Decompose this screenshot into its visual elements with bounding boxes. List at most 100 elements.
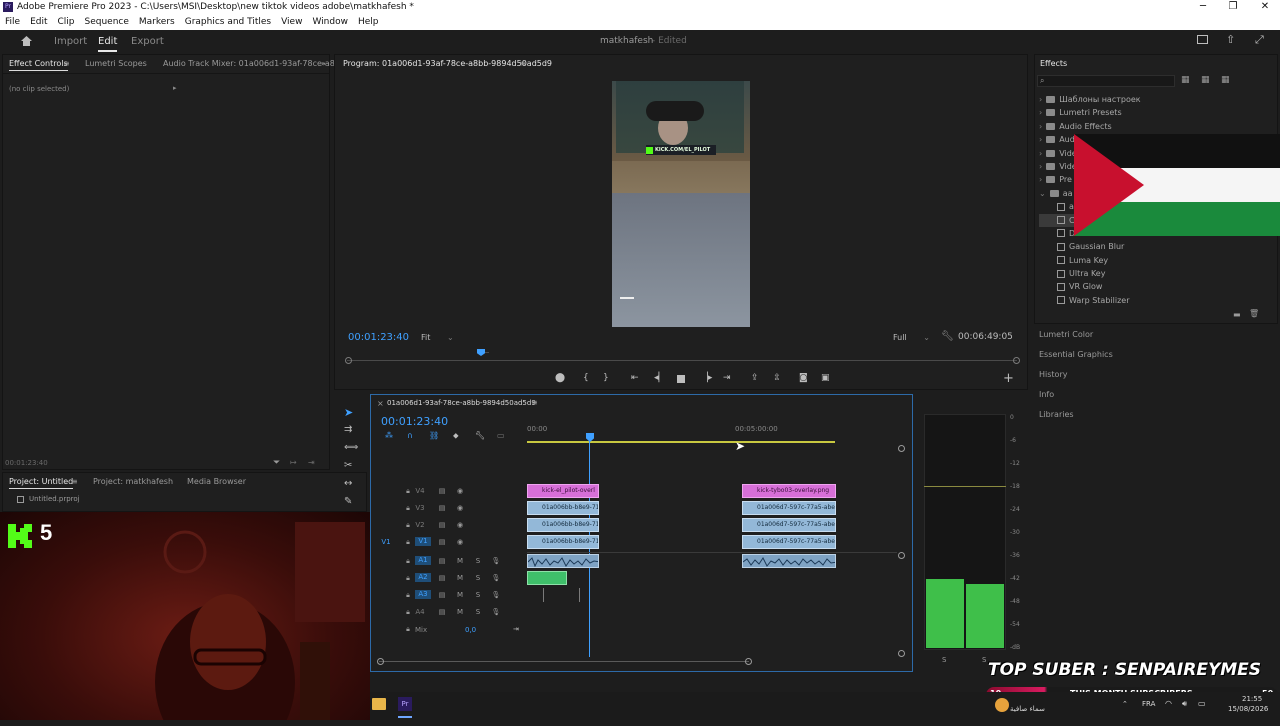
marker-icon[interactable]: ⬤ (555, 373, 565, 383)
lock-icon[interactable]: 🔒︎ (403, 574, 413, 583)
v-scroll-handle-bottom[interactable] (898, 650, 905, 657)
close-icon[interactable]: ✕ (1250, 0, 1280, 14)
lock-icon[interactable]: 🔒︎ (403, 521, 413, 530)
mark-in-icon[interactable]: { (583, 373, 589, 383)
quality-select[interactable]: Full ⌄ (893, 333, 930, 342)
lock-icon[interactable]: 🔒︎ (403, 625, 413, 634)
tab-project-matkhafesh[interactable]: Project: matkhafesh (93, 473, 173, 491)
work-area-bar[interactable] (527, 441, 835, 443)
sync-lock-icon[interactable]: ▤ (437, 538, 447, 547)
solo-button[interactable]: S (473, 574, 483, 583)
extract-icon[interactable]: ⇫ (773, 373, 781, 383)
panel-menu-icon[interactable]: ≡ (63, 55, 70, 73)
panel-history[interactable]: History (1039, 370, 1067, 379)
effects-title[interactable]: Effects (1040, 59, 1067, 68)
panel-lumetri-color[interactable]: Lumetri Color (1039, 330, 1093, 339)
lock-icon[interactable]: 🔒︎ (403, 608, 413, 617)
eye-icon[interactable]: ◉ (455, 487, 465, 496)
captions-icon[interactable]: ▭ (497, 431, 505, 440)
menu-sequence[interactable]: Sequence (80, 14, 134, 30)
go-to-out-icon[interactable]: ⇥ (723, 373, 731, 383)
trash-icon[interactable]: 🗑︎ (1249, 309, 1259, 318)
mix-volume[interactable]: 0,0 (465, 626, 476, 634)
menu-help[interactable]: Help (353, 14, 384, 30)
menu-graphics-titles[interactable]: Graphics and Titles (180, 14, 276, 30)
microphone-icon[interactable]: 🎙︎ (491, 608, 501, 617)
microphone-icon[interactable]: 🎙︎ (491, 557, 501, 566)
close-sequence-icon[interactable]: × (377, 399, 384, 408)
track-label-a4[interactable]: A4 (415, 608, 425, 617)
clock-date[interactable]: 15/08/2026 (1228, 705, 1268, 713)
v-scroll-handle-top[interactable] (898, 445, 905, 452)
sync-lock-icon[interactable]: ▤ (437, 487, 447, 496)
video-frame[interactable]: KICK.COM/EL_PILOT (612, 81, 750, 327)
minimize-icon[interactable]: ─ (1188, 0, 1218, 14)
volume-icon[interactable]: 🔊︎ (1182, 699, 1187, 709)
eye-icon[interactable]: ◉ (455, 521, 465, 530)
nest-icon[interactable]: ⁂ (385, 431, 393, 440)
clip-a1-2[interactable] (742, 554, 836, 568)
selection-tool-icon[interactable]: ➤ (344, 406, 353, 419)
clock-time[interactable]: 21:55 (1242, 695, 1262, 703)
new-bin-icon[interactable]: ▬ (1233, 310, 1241, 319)
lock-icon[interactable]: 🔒︎ (403, 487, 413, 496)
go-to-end-icon[interactable]: ⇥ (513, 625, 519, 633)
scroll-start-handle[interactable] (345, 357, 352, 364)
effect-gaussian-blur[interactable]: Gaussian Blur (1039, 240, 1275, 253)
effect-warp-stabilizer[interactable]: Warp Stabilizer (1039, 294, 1275, 307)
clip-v1[interactable]: 01a006bb-b8e9-71 (527, 535, 599, 549)
play-only-audio-icon[interactable]: ↦ (290, 458, 297, 467)
clip-v2-2[interactable]: 01a006d7-597c-77a5-abe6 (742, 518, 836, 532)
menu-file[interactable]: File (0, 14, 25, 30)
export-frame-icon[interactable]: ⇥ (308, 458, 315, 467)
ripple-edit-tool-icon[interactable]: ⟺ (344, 442, 358, 453)
h-scroll-end[interactable] (745, 658, 752, 665)
menu-markers[interactable]: Markers (134, 14, 180, 30)
tab-project-untitled[interactable]: Project: Untitled (9, 477, 74, 489)
filter-icon[interactable]: ⏷ (273, 458, 280, 468)
fit-select[interactable]: Fit ⌄ (421, 333, 454, 342)
restore-icon[interactable]: ❐ (1218, 0, 1248, 14)
snap-magnet-icon[interactable]: ∩ (407, 431, 413, 440)
file-explorer-icon[interactable] (372, 698, 386, 710)
battery-icon[interactable]: ▭ (1198, 699, 1206, 708)
tab-effect-controls[interactable]: Effect Controls (9, 59, 68, 71)
solo-button[interactable]: S (473, 591, 483, 600)
effects-folder-audio-effects[interactable]: › Audio Effects (1039, 120, 1275, 133)
mute-button[interactable]: M (455, 591, 465, 600)
razor-tool-icon[interactable]: ✂ (344, 460, 352, 471)
lock-icon[interactable]: 🔒︎ (403, 557, 413, 566)
effects-folder-presets-ru[interactable]: › Шаблоны настроек (1039, 93, 1275, 106)
track-label-a3[interactable]: A3 (415, 590, 431, 599)
accelerated-effects-icon[interactable]: ▦ (1181, 75, 1190, 85)
settings-wrench-icon[interactable]: 🔧︎ (475, 431, 485, 440)
stop-icon[interactable] (677, 375, 685, 383)
solo-button[interactable]: S (473, 608, 483, 617)
panel-essential-graphics[interactable]: Essential Graphics (1039, 350, 1113, 359)
track-label-v2[interactable]: V2 (415, 521, 425, 530)
clip-v3[interactable]: 01a006bb-b8e9-71 (527, 501, 599, 515)
panel-menu-icon[interactable]: ≡ (519, 55, 526, 73)
panel-layout-icon[interactable] (1197, 35, 1208, 44)
sync-lock-icon[interactable]: ▤ (437, 591, 447, 600)
effect-ultra-key[interactable]: Ultra Key (1039, 267, 1275, 280)
source-patch-v1[interactable]: V1 (381, 538, 391, 547)
step-forward-icon[interactable]: ▕▸ (701, 373, 712, 383)
clip-v4-overlay[interactable]: kick-el_pilot-overl (527, 484, 599, 498)
effects-search-input[interactable]: ⌕ (1037, 75, 1175, 87)
panel-info[interactable]: Info (1039, 390, 1054, 399)
program-timecode[interactable]: 00:01:23:40 (348, 332, 409, 343)
yuv-effects-icon[interactable]: ▦ (1221, 75, 1230, 85)
track-label-v4[interactable]: V4 (415, 487, 425, 496)
sequence-tab[interactable]: 01a006d1-93af-78ce-a8bb-9894d50ad5d9 (387, 399, 536, 407)
effect-luma-key[interactable]: Luma Key (1039, 254, 1275, 267)
program-scrubber[interactable] (347, 360, 1017, 361)
wifi-icon[interactable]: ◠ (1165, 699, 1172, 708)
microphone-icon[interactable]: 🎙︎ (491, 591, 501, 600)
mute-button[interactable]: M (455, 574, 465, 583)
scroll-end-handle[interactable] (1013, 357, 1020, 364)
overflow-chevron-icon[interactable]: » (321, 55, 326, 73)
fullscreen-icon[interactable]: ⤢ (1255, 33, 1264, 47)
tab-lumetri-scopes[interactable]: Lumetri Scopes (85, 55, 147, 73)
tab-media-browser[interactable]: Media Browser (187, 473, 246, 491)
